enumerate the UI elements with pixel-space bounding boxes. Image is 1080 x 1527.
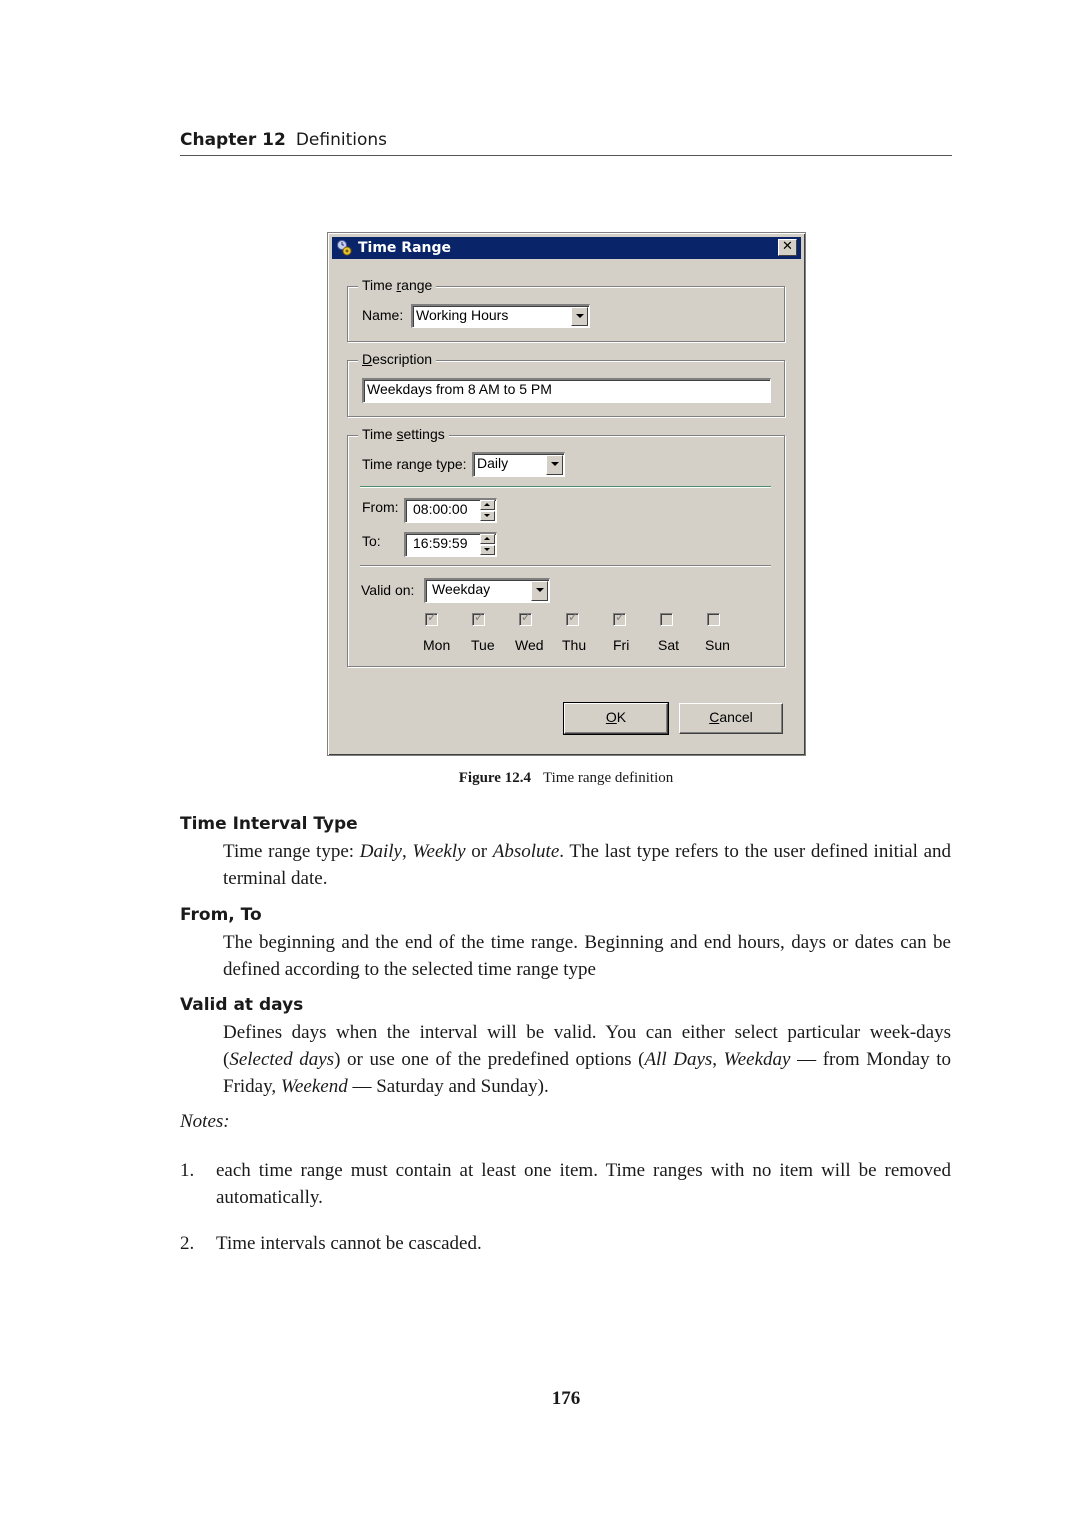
time-range-type-label: Time range type: xyxy=(362,456,467,472)
to-time-value: 16:59:59 xyxy=(413,535,468,551)
description-group: Description Weekdays from 8 AM to 5 PM xyxy=(347,351,785,417)
note-item: 1. each time range must contain at least… xyxy=(180,1160,951,1208)
description-input[interactable]: Weekdays from 8 AM to 5 PM xyxy=(362,378,771,403)
name-select[interactable]: Working Hours xyxy=(411,304,590,328)
checkbox-tue[interactable] xyxy=(472,610,485,626)
section-body: Time range type: Daily, Weekly or Absolu… xyxy=(223,841,952,889)
running-head: Chapter 12 Definitions xyxy=(180,130,387,150)
checkbox-mon[interactable] xyxy=(425,610,438,626)
chapter-label: Chapter 12 xyxy=(180,130,286,150)
description-legend: Description xyxy=(358,351,437,367)
figure-number: Figure 12.4 xyxy=(458,770,531,786)
figure-caption-text: Time range definition xyxy=(542,770,674,786)
section-heading: Valid at days xyxy=(180,995,304,1015)
checkbox-thu[interactable] xyxy=(566,610,579,626)
to-label: To: xyxy=(362,533,381,549)
checkbox-sat[interactable] xyxy=(660,613,673,626)
separator xyxy=(360,486,771,488)
day-label: Thu xyxy=(562,637,587,653)
from-spinner[interactable] xyxy=(480,500,495,521)
description-value: Weekdays from 8 AM to 5 PM xyxy=(367,381,552,397)
day-label: Sun xyxy=(705,637,730,653)
to-time-input[interactable]: 16:59:59 xyxy=(404,532,497,557)
title-bar[interactable]: Time Range ✕ xyxy=(332,237,801,259)
valid-on-value: Weekday xyxy=(432,581,491,597)
day-label: Mon xyxy=(423,637,451,653)
spin-up-icon[interactable] xyxy=(480,500,495,510)
from-time-value: 08:00:00 xyxy=(413,501,468,517)
chevron-down-icon[interactable] xyxy=(571,307,588,326)
checkbox-sun[interactable] xyxy=(707,613,720,626)
header-rule xyxy=(180,155,952,156)
day-label: Wed xyxy=(515,637,544,653)
close-icon: ✕ xyxy=(782,239,793,254)
dialog-title: Time Range xyxy=(358,240,452,256)
chapter-title: Definitions xyxy=(295,130,388,150)
time-range-type-select[interactable]: Daily xyxy=(472,452,565,477)
section-body: The beginning and the end of the time ra… xyxy=(223,932,951,980)
valid-on-label: Valid on: xyxy=(361,582,415,598)
time-range-type-value: Daily xyxy=(477,455,509,471)
page-number: 176 xyxy=(551,1388,581,1409)
close-button[interactable]: ✕ xyxy=(778,239,797,256)
time-settings-group: Time settings Time range type: Daily Fro… xyxy=(347,426,785,667)
section-heading: Time Interval Type xyxy=(180,814,358,834)
from-label: From: xyxy=(362,499,399,515)
name-label: Name: xyxy=(362,307,404,323)
name-select-value: Working Hours xyxy=(416,307,509,323)
from-time-input[interactable]: 08:00:00 xyxy=(404,498,497,523)
notes-label: Notes: xyxy=(180,1111,230,1132)
spin-down-icon[interactable] xyxy=(480,545,495,555)
checkbox-wed[interactable] xyxy=(519,610,532,626)
day-label: Fri xyxy=(613,637,630,653)
cancel-button[interactable]: Cancel xyxy=(679,703,783,734)
chevron-down-icon[interactable] xyxy=(546,455,563,475)
ok-button[interactable]: OK xyxy=(563,702,669,735)
time-range-legend: Time range xyxy=(358,277,437,293)
spin-down-icon[interactable] xyxy=(480,511,495,521)
valid-on-select[interactable]: Weekday xyxy=(424,578,550,603)
to-spinner[interactable] xyxy=(480,534,495,555)
separator xyxy=(360,565,771,567)
figure-caption: Figure 12.4 Time range definition xyxy=(0,770,1080,787)
note-item: 2. Time intervals cannot be cascaded. xyxy=(180,1233,482,1254)
day-label: Sat xyxy=(658,637,680,653)
spin-up-icon[interactable] xyxy=(480,534,495,544)
time-range-dialog: Time Range ✕ Time range Name: Working Ho… xyxy=(327,232,806,756)
section-body: Defines days when the interval will be v… xyxy=(223,1022,951,1097)
day-label: Tue xyxy=(471,637,495,653)
section-heading: From, To xyxy=(180,905,262,925)
clock-gear-icon xyxy=(337,240,352,256)
time-range-group: Time range Name: Working Hours xyxy=(347,277,785,342)
time-settings-legend: Time settings xyxy=(358,426,449,442)
checkbox-fri[interactable] xyxy=(613,610,626,626)
chevron-down-icon[interactable] xyxy=(531,581,548,601)
